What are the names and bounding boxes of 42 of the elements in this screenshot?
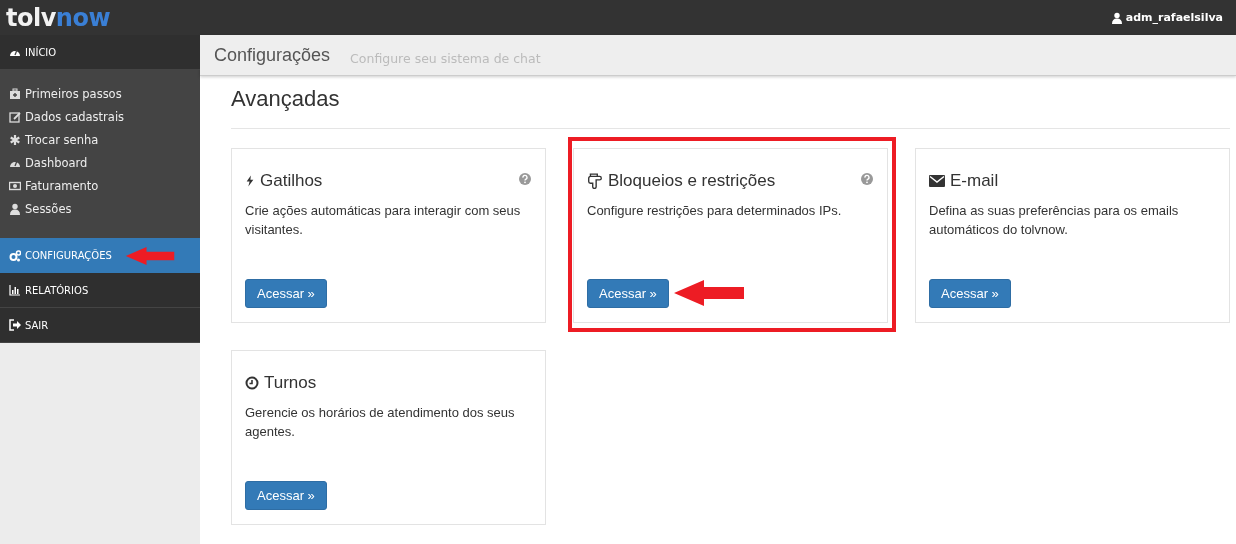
section-title: Avançadas [231,86,341,113]
card-description: Gerencie os horários de atendimento dos seus agentes. [245,404,516,441]
sidebar-item[interactable]: SAIR [0,308,200,343]
card-description: Configure restrições para determinados IPs. [587,202,843,220]
sidebar-subitem[interactable]: Faturamento [0,174,200,197]
access-button[interactable]: Acessar » [587,279,669,308]
lightning-icon [245,174,255,188]
page-title: Configurações [214,44,331,66]
pointer-arrow [674,280,744,306]
first-aid-kit-icon [9,87,21,100]
card-title: Bloqueios e restrições [608,171,776,191]
sidebar-item[interactable]: CONFIGURAÇÕES [0,238,200,273]
access-button[interactable]: Acessar » [245,279,327,308]
envelope-icon [929,174,945,188]
sidebar-item[interactable]: INÍCIO [0,35,200,70]
user-icon [1110,11,1123,24]
user-name[interactable]: adm_rafaelsilva [1125,11,1223,24]
money-icon [9,179,21,192]
asterisk-icon [9,133,21,146]
card-title: Gatilhos [260,171,323,191]
sidebar-subitem[interactable]: Primeiros passos [0,82,200,105]
access-button[interactable]: Acessar » [245,481,327,510]
access-button[interactable]: Acessar » [929,279,1011,308]
sidebar-subitem[interactable]: Sessões [0,197,200,220]
sidebar-item[interactable]: RELATÓRIOS [0,273,200,308]
sidebar-subitem[interactable]: Dashboard [0,151,200,174]
bar-chart-icon [9,284,21,296]
help-icon[interactable] [519,173,531,185]
brand-logo: tolvnow [6,3,111,32]
edit-icon [9,110,21,123]
card-title: E-mail [950,171,999,191]
sidebar-subitem[interactable]: Trocar senha [0,128,200,151]
card-title: Turnos [264,373,317,393]
hand-icon [587,173,603,189]
sign-out-icon [9,319,21,331]
gears-icon [9,249,21,262]
card-description: Defina as suas preferências para os emails automáticos do tolvnow. [929,202,1180,239]
help-icon[interactable] [861,173,873,185]
card-description: Crie ações automáticas para interagir com seus visitantes. [245,202,522,239]
user-icon [9,202,21,215]
clock-icon [245,376,259,390]
sidebar-subitem[interactable]: Dados cadastrais [0,105,200,128]
